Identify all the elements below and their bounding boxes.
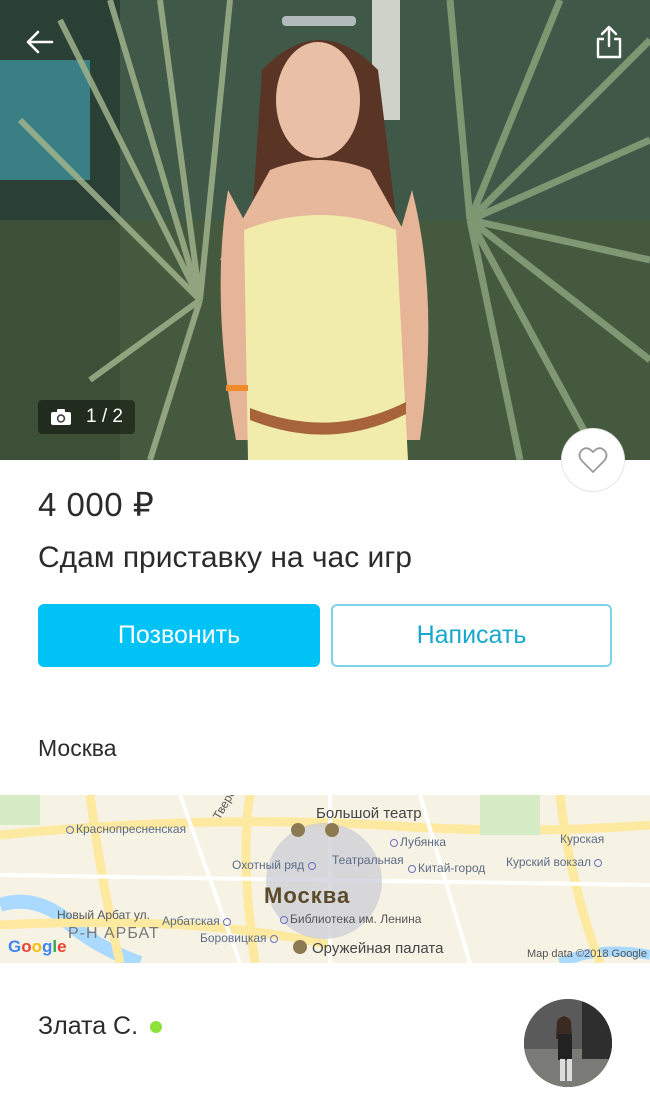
photo-image	[0, 0, 650, 460]
photo-counter: 1 / 2	[38, 400, 135, 434]
google-logo: Google	[8, 937, 67, 956]
seller-avatar[interactable]	[524, 999, 612, 1087]
map-attribution: Map data ©2018 Google	[526, 948, 647, 960]
map-label: Краснопресненская	[66, 822, 186, 836]
favorite-button[interactable]	[562, 429, 624, 491]
share-icon	[596, 25, 622, 59]
heart-icon	[578, 447, 608, 473]
map-label: Новый Арбат ул.	[57, 908, 150, 922]
location-map[interactable]: Большой театр Краснопресненская Тверской…	[0, 795, 650, 963]
map-label: Библиотека им. Ленина	[280, 912, 421, 926]
listing-price: 4 000 ₽	[38, 486, 155, 523]
map-label: Курский вокзал	[506, 855, 604, 869]
map-label: Большой театр	[316, 805, 422, 822]
camera-icon	[51, 409, 71, 425]
map-city-label: Москва	[264, 883, 351, 908]
map-district-label: Р-Н АРБАТ	[68, 925, 160, 942]
share-button[interactable]	[594, 24, 624, 60]
listing-title: Сдам приставку на час игр	[38, 541, 412, 574]
location-city: Москва	[38, 735, 117, 761]
seller-name: Злата С.	[38, 1012, 139, 1040]
avatar-image	[524, 999, 612, 1087]
map-label: Оружейная палата	[312, 940, 444, 957]
call-button[interactable]: Позвонить	[38, 604, 320, 667]
seller-info[interactable]: Злата С.	[38, 1012, 163, 1041]
map-label: Театральная	[332, 853, 404, 867]
arrow-left-icon	[26, 30, 54, 54]
online-status-indicator	[150, 1020, 163, 1033]
map-label: Боровицкая	[200, 931, 280, 945]
listing-photo[interactable]: 1 / 2	[0, 0, 650, 460]
message-button[interactable]: Написать	[331, 604, 612, 667]
back-button[interactable]	[24, 26, 56, 58]
map-label: Охотный ряд	[232, 858, 318, 872]
map-label: Китай-город	[408, 861, 485, 875]
map-label: Арбатская	[162, 914, 233, 928]
map-label: Курская	[560, 832, 605, 846]
photo-counter-text: 1 / 2	[86, 406, 123, 427]
map-label: Лубянка	[390, 835, 446, 849]
